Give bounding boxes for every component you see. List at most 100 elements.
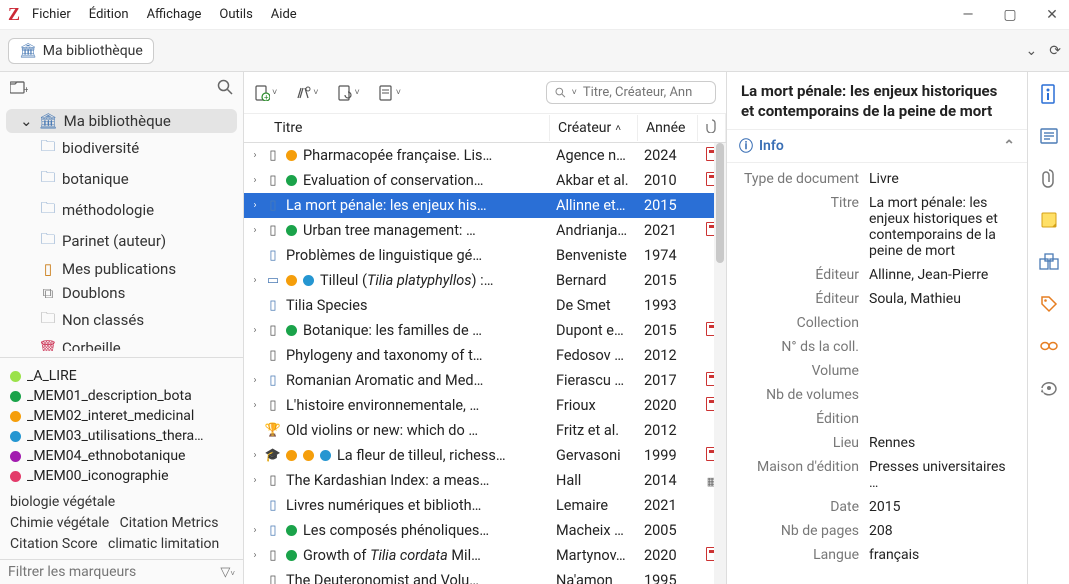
library-root[interactable]: ⌄ 🏛 Ma bibliothèque: [6, 109, 237, 133]
info-section-header[interactable]: ⓘ Info ⌃: [727, 130, 1027, 163]
twisty-icon[interactable]: ›: [250, 550, 260, 561]
tabs-menu-button[interactable]: ⌄: [1026, 43, 1038, 59]
table-row[interactable]: ▯Tilia SpeciesDe Smet1993: [244, 293, 726, 318]
minimize-button[interactable]: —: [959, 7, 977, 23]
collection-item[interactable]: 🗀Parinet (auteur): [0, 226, 243, 257]
tab-attachments[interactable]: [1037, 166, 1061, 190]
twisty-icon[interactable]: ›: [250, 225, 260, 236]
twisty-icon[interactable]: ›: [250, 150, 260, 161]
tag[interactable]: Chimie végétale: [10, 515, 109, 531]
field-value[interactable]: Livre: [869, 171, 1015, 187]
add-by-identifier-button[interactable]: ˅: [295, 85, 318, 101]
tag-filter-input[interactable]: [8, 564, 214, 580]
twisty-icon[interactable]: ›: [250, 450, 260, 461]
tag[interactable]: Citation Metrics: [120, 515, 219, 531]
new-collection-button[interactable]: +: [10, 79, 28, 99]
field-value[interactable]: français: [869, 547, 1015, 563]
column-header-creator[interactable]: Créateur ˄: [550, 115, 638, 141]
color-tag[interactable]: _MEM04_ethnobotanique: [10, 446, 233, 466]
field-value[interactable]: Rennes: [869, 435, 1015, 451]
add-attachment-button[interactable]: ˅: [337, 85, 360, 101]
sync-button[interactable]: ⟳: [1049, 43, 1061, 59]
field-value[interactable]: Presses universitaires …: [869, 459, 1015, 491]
unfiled-icon: 🗀: [40, 308, 56, 333]
column-header-title[interactable]: Titre: [244, 115, 550, 141]
table-row[interactable]: ›▯La mort pénale: les enjeux his…Allinne…: [244, 193, 726, 218]
table-row[interactable]: ▯Livres numériques et biblioth…Lemaire20…: [244, 493, 726, 518]
table-row[interactable]: 🏆Old violins or new: which do …Fritz et …: [244, 418, 726, 443]
tab-locate[interactable]: [1037, 376, 1061, 400]
twisty-icon[interactable]: ›: [250, 375, 260, 386]
collection-item[interactable]: 🗀Non classés: [0, 305, 243, 336]
collection-search-button[interactable]: [217, 79, 233, 99]
tab-notes[interactable]: [1037, 208, 1061, 232]
collection-item[interactable]: 🗀méthodologie: [0, 195, 243, 226]
filter-menu-button[interactable]: ▽˅: [220, 565, 235, 580]
tab-related[interactable]: [1037, 334, 1061, 358]
twisty-icon[interactable]: ›: [250, 275, 260, 286]
collection-item[interactable]: ▯Mes publications: [0, 257, 243, 281]
menu-help[interactable]: Aide: [271, 7, 297, 22]
collection-item[interactable]: 🗑Corbeille: [0, 336, 243, 352]
twisty-icon[interactable]: ›: [250, 400, 260, 411]
new-note-button[interactable]: ˅: [378, 85, 401, 101]
item-title-cell: Evaluation of conservation…: [303, 172, 550, 189]
color-tag[interactable]: _MEM01_description_bota: [10, 386, 233, 406]
item-title-cell: La mort pénale: les enjeux his…: [286, 197, 550, 214]
tab-abstract[interactable]: [1037, 124, 1061, 148]
quick-search-input[interactable]: [583, 85, 707, 100]
twisty-icon[interactable]: ›: [250, 525, 260, 536]
field-value[interactable]: La mort pénale: les enjeux historiques e…: [869, 195, 1015, 259]
menu-file[interactable]: Fichier: [32, 7, 71, 22]
tab-tags[interactable]: [1037, 292, 1061, 316]
collection-label: Corbeille: [62, 339, 121, 352]
collection-item[interactable]: ⧉Doublons: [0, 281, 243, 305]
table-row[interactable]: ›▯Les composés phénoliques…Macheix …2005: [244, 518, 726, 543]
menu-view[interactable]: Affichage: [147, 7, 202, 22]
table-row[interactable]: ›🎓La fleur de tilleul, richess…Gervasoni…: [244, 443, 726, 468]
maximize-button[interactable]: ▢: [1001, 7, 1019, 23]
color-tag[interactable]: _MEM02_interet_medicinal: [10, 406, 233, 426]
table-row[interactable]: ▯The Deuteronomist and Volu…Na'amon1995: [244, 568, 726, 584]
table-row[interactable]: ▯Phylogeny and taxonomy of t…Fedosov …20…: [244, 343, 726, 368]
tab-libraries[interactable]: [1037, 250, 1061, 274]
color-tag[interactable]: _MEM00_iconographie: [10, 466, 233, 486]
column-header-attachment[interactable]: [698, 114, 726, 142]
tag[interactable]: climatic limitation: [108, 536, 219, 552]
field-value[interactable]: Allinne, Jean-Pierre: [869, 267, 1015, 283]
collection-item[interactable]: 🗀biodiversité: [0, 133, 243, 164]
field-value[interactable]: 2015: [869, 499, 1015, 515]
table-row[interactable]: ›▯Evaluation of conservation…Akbar et al…: [244, 168, 726, 193]
color-tag[interactable]: _MEM03_utilisations_thera…: [10, 426, 233, 446]
quick-search[interactable]: ˅: [546, 81, 716, 104]
field-value[interactable]: 208: [869, 523, 1015, 539]
table-row[interactable]: ›▭Tilleul (Tilia platyphyllos) :…Bernard…: [244, 268, 726, 293]
twisty-icon[interactable]: ›: [250, 200, 260, 211]
scrollbar-thumb[interactable]: [716, 143, 724, 263]
table-row[interactable]: ›▯L'histoire environnementale, …Frioux20…: [244, 393, 726, 418]
sort-asc-icon: ˄: [615, 123, 621, 134]
twisty-icon[interactable]: ›: [250, 175, 260, 186]
field-value[interactable]: Soula, Mathieu: [869, 291, 1015, 307]
close-button[interactable]: ✕: [1043, 7, 1061, 23]
vertical-scrollbar[interactable]: [714, 143, 726, 584]
menu-edit[interactable]: Édition: [89, 7, 129, 22]
table-row[interactable]: ›▯Growth of Tilia cordata Mil…Martynov…2…: [244, 543, 726, 568]
twisty-icon[interactable]: ›: [250, 325, 260, 336]
twisty-icon[interactable]: ›: [250, 475, 260, 486]
table-row[interactable]: ›▯Pharmacopée française. Lis…Agence n…20…: [244, 143, 726, 168]
library-selector[interactable]: 🏛 Ma bibliothèque: [8, 38, 154, 64]
tab-info[interactable]: [1037, 82, 1061, 106]
tag[interactable]: biologie végétale: [10, 494, 115, 510]
tag[interactable]: Citation Score: [10, 536, 98, 552]
column-header-year[interactable]: Année: [638, 115, 698, 141]
table-row[interactable]: ›▯Romanian Aromatic and Med…Fierascu …20…: [244, 368, 726, 393]
table-row[interactable]: ›▯The Kardashian Index: a meas…Hall2014▦: [244, 468, 726, 493]
menu-tools[interactable]: Outils: [219, 7, 252, 22]
table-row[interactable]: ›▯Urban tree management: …Andrianja…2021: [244, 218, 726, 243]
new-item-button[interactable]: + ˅: [254, 85, 277, 101]
table-row[interactable]: ▯Problèmes de linguistique gé…Benveniste…: [244, 243, 726, 268]
color-tag[interactable]: _A_LIRE: [10, 366, 233, 386]
table-row[interactable]: ›▯Botanique: les familles de …Dupont e…2…: [244, 318, 726, 343]
collection-item[interactable]: 🗀botanique: [0, 164, 243, 195]
